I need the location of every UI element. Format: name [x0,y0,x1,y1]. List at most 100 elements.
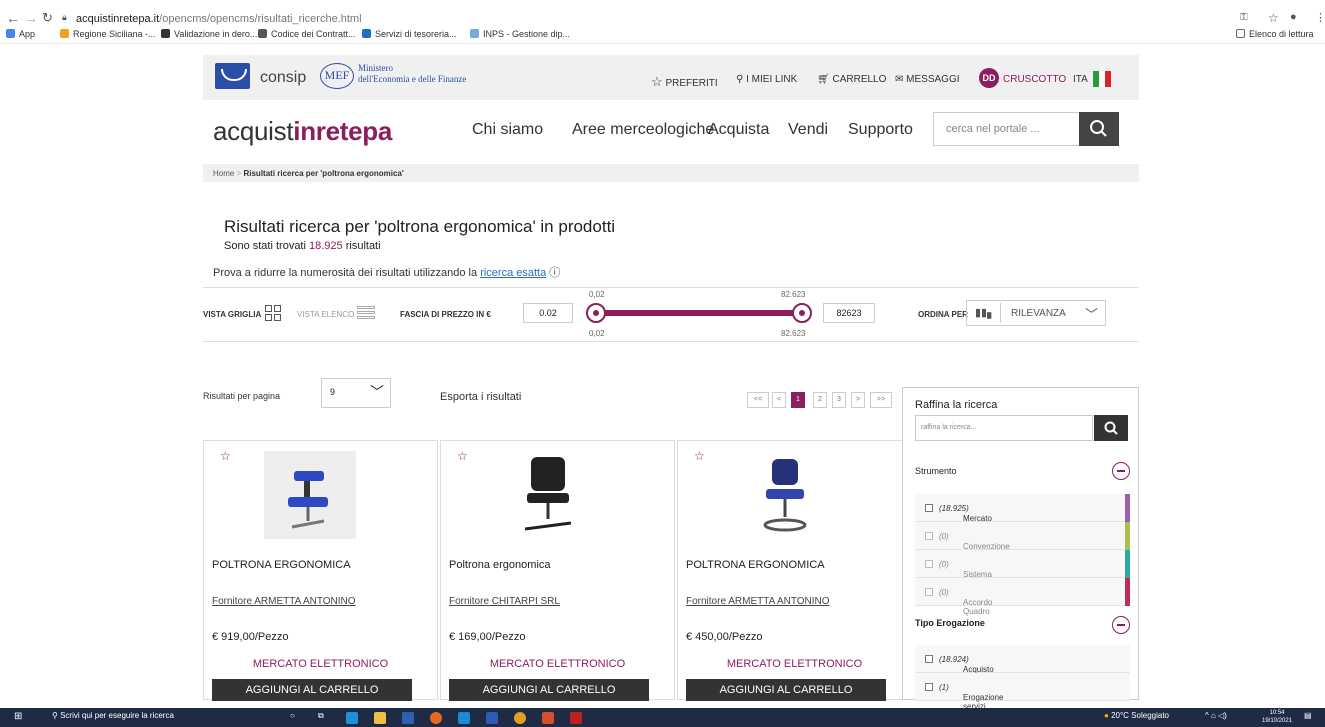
product-card[interactable]: ☆ POLTRONA ERGONOMICA Fornitore ARMETTA … [203,440,438,701]
bookmark-item[interactable]: Servizi di tesoreria... [362,29,457,39]
favorite-star-icon[interactable]: ☆ [220,449,231,463]
price-slider-max-handle[interactable] [792,303,812,323]
mef-logo[interactable]: MEF [320,63,354,89]
store-icon[interactable] [402,712,414,724]
profile-icon[interactable]: ● [1290,11,1297,23]
vista-elenco-label[interactable]: VISTA ELENCO [297,310,354,319]
tipo-erogazione-section[interactable]: Tipo Erogazione [915,618,985,628]
checkbox[interactable] [925,560,933,568]
checkbox[interactable] [925,532,933,540]
messaggi-link[interactable]: ✉ MESSAGGI [895,74,960,85]
filter-option[interactable]: Acquisto beni (18.924) [915,645,1130,683]
product-image[interactable] [264,451,356,539]
filter-option[interactable]: Convenzione (0) [915,522,1130,551]
key-icon[interactable]: ⚿ [1240,12,1248,23]
info-icon[interactable]: ⓘ [549,267,560,279]
miei-link-link[interactable]: ⚲ I MIEI LINK [736,74,797,85]
filter-option[interactable]: Accordo Quadro (0) [915,578,1130,616]
add-to-cart-button[interactable]: AGGIUNGI AL CARRELLO [212,679,412,701]
language-selector[interactable]: ITA [1073,74,1088,85]
consip-label[interactable]: consip [260,69,306,87]
pager-page-2[interactable]: 2 [813,392,827,408]
nav-aree-merceologiche[interactable]: Aree merceologiche [572,121,714,139]
add-to-cart-button[interactable]: AGGIUNGI AL CARRELLO [449,679,649,701]
menu-icon[interactable]: ⋮ [1315,11,1325,24]
search-button[interactable] [1079,112,1119,146]
acrobat-icon[interactable] [570,712,582,724]
site-logo[interactable]: acquistinretepa [213,116,392,147]
per-page-select[interactable]: 9 ﹀ [321,378,391,408]
vista-griglia-label[interactable]: VISTA GRIGLIA [203,310,261,319]
pager-next[interactable]: > [851,392,865,408]
checkbox[interactable] [925,504,933,512]
product-image[interactable] [738,451,830,539]
cortana-icon[interactable]: ○ [290,711,295,720]
export-results-link[interactable]: Esporta i risultati [440,391,521,403]
bookmark-item[interactable]: Validazione in dero... [161,29,257,39]
product-image[interactable] [501,451,593,539]
weather-widget[interactable]: ● 20°C Soleggiato [1104,711,1169,720]
filter-option[interactable]: Sistema Dinamico (0) [915,550,1130,588]
pager-first[interactable]: << [747,392,769,408]
chrome-icon[interactable] [514,712,526,724]
bookmark-apps[interactable]: App [6,29,35,39]
checkbox[interactable] [925,655,933,663]
add-to-cart-button[interactable]: AGGIUNGI AL CARRELLO [686,679,886,701]
product-name[interactable]: Poltrona ergonomica [449,559,551,571]
nav-acquista[interactable]: Acquista [708,121,769,139]
windows-start-icon[interactable]: ⊞ [14,711,22,722]
address-bar[interactable]: acquistinretepa.it/opencms/opencms/risul… [76,13,362,25]
refine-search-button[interactable] [1094,415,1128,441]
price-max-input[interactable]: 82623 [823,303,875,323]
bookmark-item[interactable]: Regione Siciliana -... [60,29,156,39]
pager-last[interactable]: >> [870,392,892,408]
filter-option[interactable]: Erogazione servizi (1) [915,673,1130,711]
ricerca-esatta-link[interactable]: ricerca esatta [480,267,546,279]
task-view-icon[interactable]: ⧉ [318,711,324,721]
edge-icon[interactable] [346,712,358,724]
back-icon[interactable]: ← [6,10,20,26]
pager-prev[interactable]: < [772,392,786,408]
bookmark-item[interactable]: INPS - Gestione dip... [470,29,570,39]
forward-icon[interactable]: → [24,10,38,26]
sort-select[interactable]: ▮▮▖ RILEVANZA ﹀ [966,300,1106,326]
file-explorer-icon[interactable] [374,712,386,724]
bookmark-star-icon[interactable]: ☆ [1268,11,1279,25]
word-icon[interactable] [486,712,498,724]
nav-vendi[interactable]: Vendi [788,121,828,139]
preferiti-link[interactable]: ☆ PREFERITI [651,74,718,90]
tray-icons[interactable]: ^ ⌂ ◁) [1205,711,1227,720]
reading-list[interactable]: Elenco di lettura [1236,29,1314,39]
notification-icon[interactable]: ▤ [1304,711,1312,720]
price-slider-track[interactable] [604,310,800,316]
favorite-star-icon[interactable]: ☆ [457,449,468,463]
pager-page-1[interactable]: 1 [791,392,805,408]
reload-icon[interactable]: ↻ [42,10,53,26]
checkbox[interactable] [925,683,933,691]
breadcrumb-home[interactable]: Home [213,169,234,178]
collapse-strumento-icon[interactable] [1112,462,1130,480]
product-name[interactable]: POLTRONA ERGONOMICA [212,559,351,571]
price-min-input[interactable]: 0.02 [523,303,573,323]
cruscotto-link[interactable]: CRUSCOTTO [1003,74,1066,85]
checkbox[interactable] [925,588,933,596]
taskbar-search[interactable]: ⚲ Scrivi qui per eseguire la ricerca [52,711,174,720]
product-card[interactable]: ☆ Poltrona ergonomica Fornitore CHITARPI… [440,440,675,701]
collapse-tipo-icon[interactable] [1112,616,1130,634]
carrello-link[interactable]: 🛒︎ CARRELLO [817,74,886,85]
clock[interactable]: 10:54 19/10/2021 [1262,709,1292,725]
office-icon[interactable] [542,712,554,724]
refine-search-input[interactable]: raffina la ricerca... [915,415,1093,441]
nav-chi-siamo[interactable]: Chi siamo [472,121,543,139]
bookmark-item[interactable]: Codice dei Contratt... [258,29,356,39]
product-name[interactable]: POLTRONA ERGONOMICA [686,559,825,571]
nav-supporto[interactable]: Supporto [848,121,913,139]
price-slider-min-handle[interactable] [586,303,606,323]
list-view-icon[interactable] [357,306,375,320]
grid-view-icon[interactable] [265,305,281,321]
supplier-link[interactable]: Fornitore ARMETTA ANTONINO [686,596,830,607]
filter-option[interactable]: Mercato Elettronico (18.925) [915,494,1130,532]
consip-logo-icon[interactable] [215,63,250,89]
strumento-section[interactable]: Strumento [915,466,957,476]
supplier-link[interactable]: Fornitore CHITARPI SRL [449,596,560,607]
